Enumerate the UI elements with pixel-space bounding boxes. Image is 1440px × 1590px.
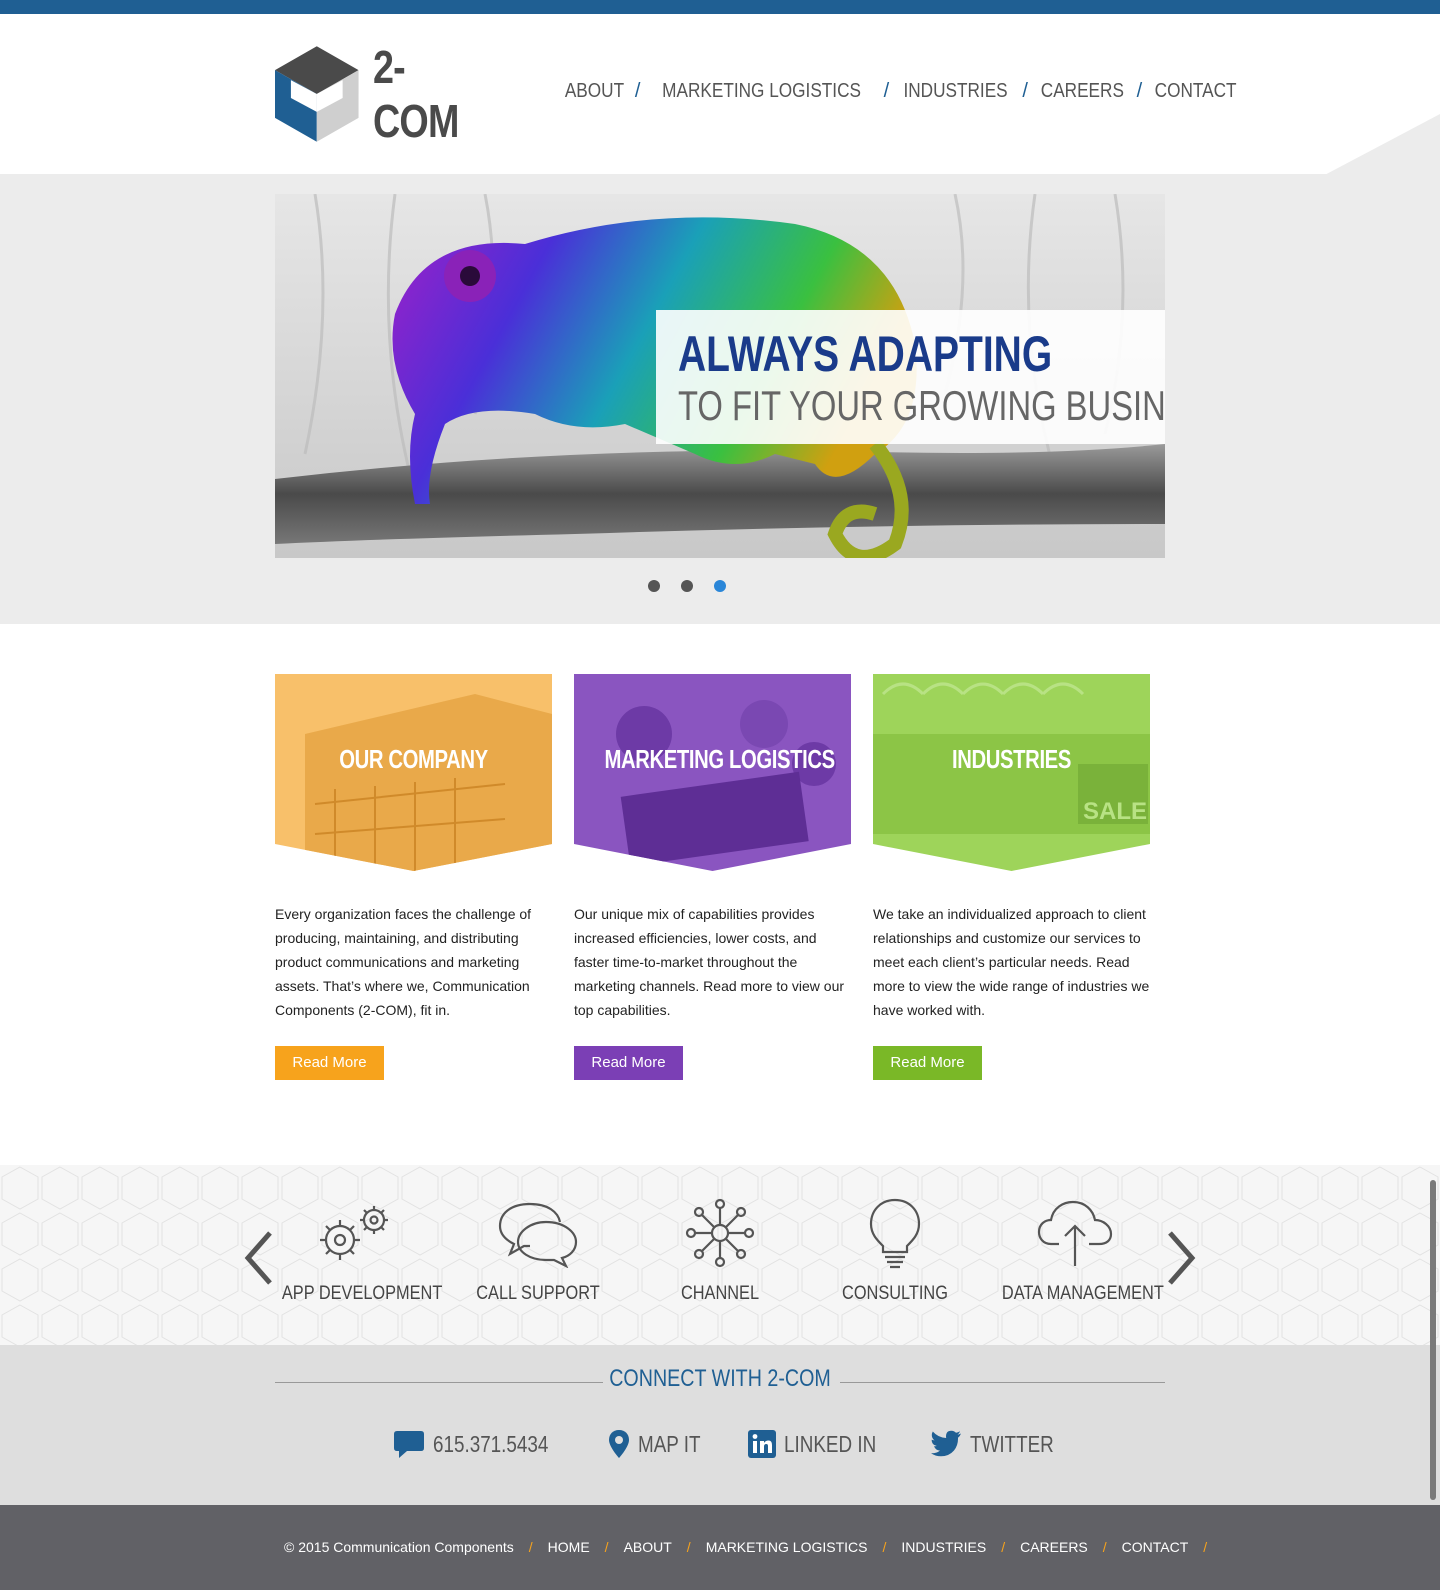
slider-dot-3-active[interactable] xyxy=(714,580,726,592)
footer-link-contact[interactable]: CONTACT xyxy=(1122,1539,1189,1555)
slider-dot-2[interactable] xyxy=(681,580,693,592)
gears-icon xyxy=(320,1206,388,1260)
read-more-button[interactable]: Read More xyxy=(574,1046,683,1080)
linkedin-icon xyxy=(747,1430,776,1458)
service-consulting[interactable]: CONSULTING xyxy=(810,1193,980,1305)
site-footer: © 2015 Communication Components / HOME /… xyxy=(0,1505,1440,1590)
card-description: Our unique mix of capabilities provides … xyxy=(574,906,845,1018)
nav-careers[interactable]: CAREERS xyxy=(1041,80,1124,103)
divider-right xyxy=(840,1382,1165,1383)
connect-linkedin[interactable]: LINKED IN xyxy=(747,1430,896,1458)
nav-separator: / xyxy=(1136,79,1143,102)
card-marketing-logistics: MARKETING LOGISTICS Our unique mix of ca… xyxy=(574,674,851,1080)
footer-separator: / xyxy=(882,1539,887,1555)
nav-marketing-logistics[interactable]: MARKETING LOGISTICS xyxy=(663,80,862,103)
chevron-right-icon[interactable] xyxy=(1160,1228,1200,1288)
card-image[interactable]: MARKETING LOGISTICS xyxy=(574,674,851,871)
footer-link-industries[interactable]: INDUSTRIES xyxy=(901,1539,986,1555)
logo[interactable]: 2-COM xyxy=(275,41,515,147)
hero-slide[interactable]: ALWAYS ADAPTING TO FIT YOUR GROWING BUSI… xyxy=(275,194,1165,558)
cube-logo-icon xyxy=(275,46,359,142)
card-description: Every organization faces the challenge o… xyxy=(275,906,532,1018)
services-carousel: APP DEVELOPMENT CALL SUPPORT CHANNEL CON… xyxy=(0,1165,1440,1345)
card-image[interactable]: OUR COMPANY xyxy=(275,674,552,871)
nav-separator: / xyxy=(634,79,641,102)
slider-dots xyxy=(648,580,726,592)
nav-industries[interactable]: INDUSTRIES xyxy=(904,80,1008,103)
connect-section: CONNECT WITH 2-COM 615.371.5434 MAP IT L… xyxy=(0,1345,1440,1505)
card-image[interactable]: SALE INDUSTRIES xyxy=(873,674,1150,871)
card-title: OUR COMPANY xyxy=(339,744,488,774)
service-label: CHANNEL xyxy=(680,1283,760,1304)
footer-separator: / xyxy=(528,1539,533,1555)
logo-text: 2-COM xyxy=(372,41,459,147)
service-channel[interactable]: CHANNEL xyxy=(635,1193,805,1305)
nav-separator: / xyxy=(883,79,890,102)
copyright-text: © 2015 Communication Components xyxy=(284,1539,514,1555)
connect-title: CONNECT WITH 2-COM xyxy=(609,1365,831,1392)
connect-label: MAP IT xyxy=(637,1430,701,1457)
connect-twitter[interactable]: TWITTER xyxy=(930,1430,1072,1458)
service-label: CALL SUPPORT xyxy=(476,1283,600,1304)
cloud-upload-icon xyxy=(1037,1200,1113,1266)
footer-link-about[interactable]: ABOUT xyxy=(624,1539,672,1555)
network-hub-icon xyxy=(685,1198,755,1268)
top-accent-bar xyxy=(0,0,1440,14)
site-header: 2-COM ABOUT / MARKETING LOGISTICS / INDU… xyxy=(0,14,1440,188)
footer-link-marketing-logistics[interactable]: MARKETING LOGISTICS xyxy=(706,1539,868,1555)
chat-icon xyxy=(394,1431,424,1458)
nav-contact[interactable]: CONTACT xyxy=(1155,80,1237,103)
footer-link-careers[interactable]: CAREERS xyxy=(1020,1539,1088,1555)
service-label: CONSULTING xyxy=(842,1283,948,1304)
footer-separator: / xyxy=(686,1539,691,1555)
service-call-support[interactable]: CALL SUPPORT xyxy=(453,1193,623,1305)
card-our-company: OUR COMPANY Every organization faces the… xyxy=(275,674,552,1080)
slider-dot-1[interactable] xyxy=(648,580,660,592)
feature-cards: OUR COMPANY Every organization faces the… xyxy=(275,674,1150,1094)
nav-separator: / xyxy=(1022,79,1028,102)
nav-about[interactable]: ABOUT xyxy=(565,80,624,103)
hero-subtitle: TO FIT YOUR GROWING BUSINESS xyxy=(678,382,1165,429)
connect-label: 615.371.5434 xyxy=(433,1430,549,1457)
footer-separator: / xyxy=(1001,1539,1006,1555)
service-app-development[interactable]: APP DEVELOPMENT xyxy=(270,1193,443,1305)
connect-links: 615.371.5434 MAP IT LINKED IN TWITTER xyxy=(393,1429,1107,1459)
service-label: APP DEVELOPMENT xyxy=(281,1283,443,1304)
footer-separator: / xyxy=(604,1539,609,1555)
scrollbar-thumb[interactable] xyxy=(1430,1180,1436,1500)
footer-link-home[interactable]: HOME xyxy=(548,1539,590,1555)
divider-left xyxy=(275,1382,603,1383)
connect-phone[interactable]: 615.371.5434 xyxy=(393,1429,574,1459)
connect-map[interactable]: MAP IT xyxy=(608,1429,714,1459)
service-label: DATA MANAGEMENT xyxy=(1001,1283,1164,1304)
card-description: We take an individualized approach to cl… xyxy=(873,906,1150,1018)
read-more-button[interactable]: Read More xyxy=(275,1046,384,1080)
footer-separator: / xyxy=(1203,1539,1208,1555)
footer-separator: / xyxy=(1102,1539,1107,1555)
chat-bubbles-icon xyxy=(498,1202,578,1268)
lightbulb-icon xyxy=(869,1198,921,1269)
card-title: MARKETING LOGISTICS xyxy=(604,744,835,774)
card-industries: SALE INDUSTRIES We take an individualize… xyxy=(873,674,1150,1080)
connect-label: TWITTER xyxy=(970,1430,1055,1457)
hero-caption: ALWAYS ADAPTING TO FIT YOUR GROWING BUSI… xyxy=(656,310,1165,444)
card-title: INDUSTRIES xyxy=(952,744,1071,774)
main-nav: ABOUT / MARKETING LOGISTICS / INDUSTRIES… xyxy=(560,76,1243,106)
footer-links: © 2015 Communication Components / HOME /… xyxy=(284,1539,1222,1555)
twitter-icon xyxy=(931,1430,962,1457)
read-more-button[interactable]: Read More xyxy=(873,1046,982,1080)
map-pin-icon xyxy=(608,1430,629,1458)
svg-text:SALE: SALE xyxy=(1083,798,1147,825)
connect-label: LINKED IN xyxy=(783,1430,877,1457)
service-data-management[interactable]: DATA MANAGEMENT xyxy=(990,1193,1164,1305)
hero-title: ALWAYS ADAPTING xyxy=(678,326,1053,382)
